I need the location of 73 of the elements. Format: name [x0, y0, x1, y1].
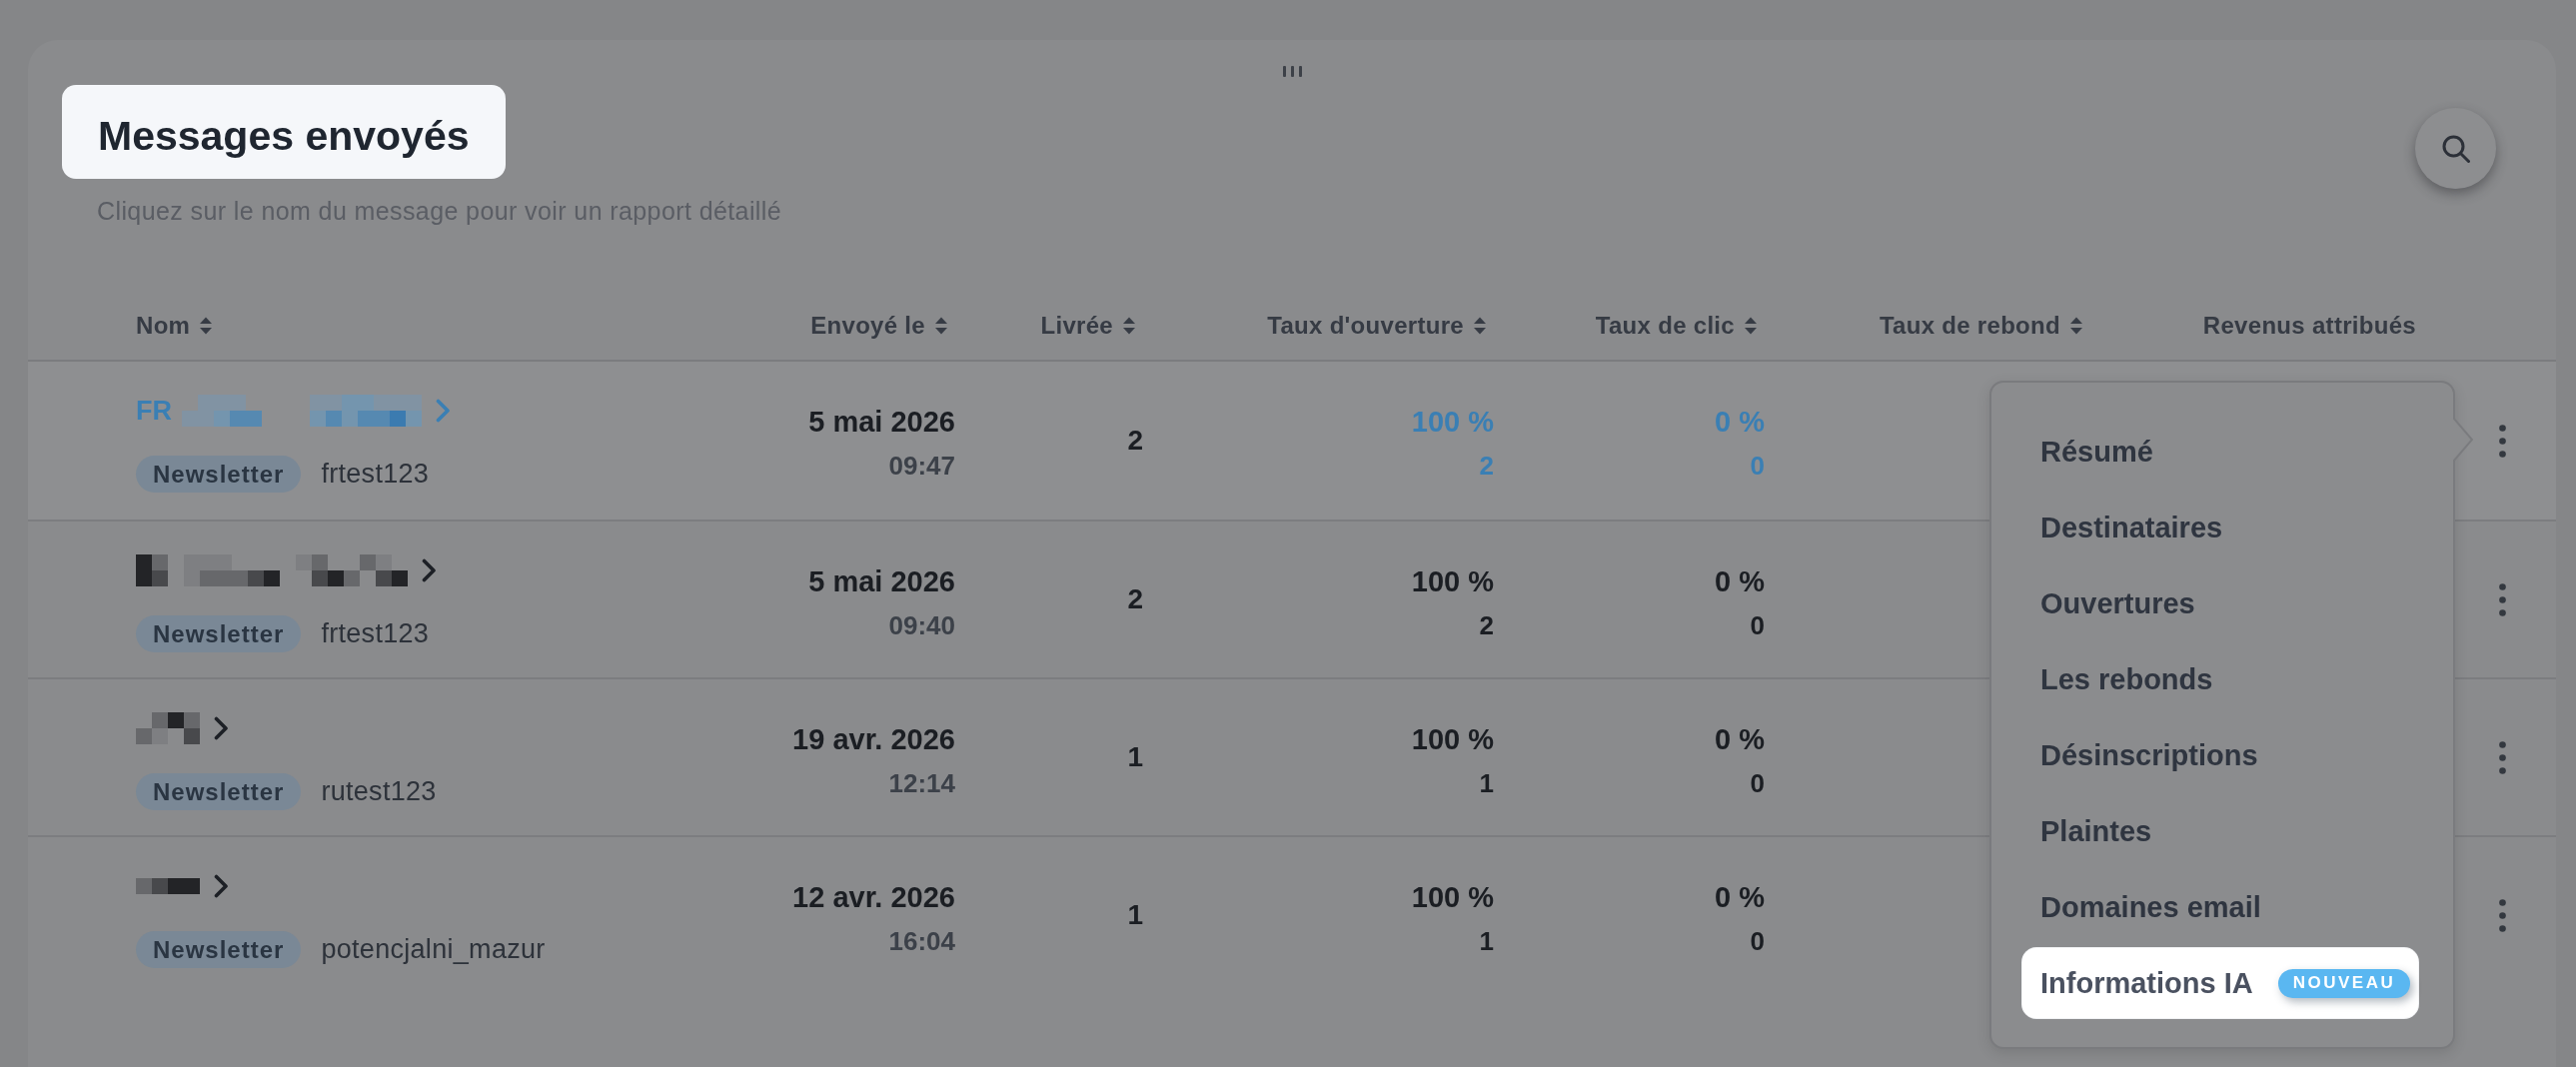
open-rate: 100 %	[1411, 564, 1494, 599]
list-name: frtest123	[321, 459, 430, 490]
menu-item[interactable]: Ouvertures	[2022, 568, 2418, 638]
open-count: 2	[1479, 450, 1494, 482]
click-rate: 0 %	[1715, 564, 1765, 599]
menu-item[interactable]: Domaines email	[2022, 872, 2418, 942]
new-badge: NOUVEAU	[2277, 968, 2411, 998]
vertical-dots-icon	[2498, 424, 2506, 458]
sort-icon	[2070, 317, 2082, 335]
sort-icon	[1474, 317, 1486, 335]
sort-icon	[200, 317, 213, 335]
sent-time: 16:04	[888, 925, 955, 957]
menu-item[interactable]: Destinataires	[2022, 493, 2418, 562]
menu-item[interactable]: Informations IA NOUVEAU	[2022, 948, 2418, 1018]
sent-time: 12:14	[888, 767, 955, 799]
chevron-right-icon	[214, 716, 229, 740]
menu-item[interactable]: Résumé	[2022, 417, 2418, 487]
column-header: Revenus attribués	[2202, 312, 2416, 340]
sort-icon	[935, 317, 947, 335]
page-title: Messages envoyés	[62, 85, 506, 179]
sent-time: 09:47	[888, 450, 955, 482]
column-header[interactable]: Taux de rebond	[1879, 312, 2082, 340]
click-count: 0	[1750, 450, 1765, 482]
delivered-count: 2	[1127, 425, 1143, 457]
open-rate: 100 %	[1411, 405, 1494, 440]
message-type-tag: Newsletter	[136, 615, 302, 652]
list-name: frtest123	[321, 618, 430, 649]
sort-icon	[1745, 317, 1757, 335]
sent-date: 19 avr. 2026	[792, 722, 955, 757]
click-count: 0	[1750, 925, 1765, 957]
open-rate: 100 %	[1411, 880, 1494, 915]
menu-item[interactable]: Les rebonds	[2022, 644, 2418, 714]
open-count: 1	[1479, 767, 1494, 799]
menu-item[interactable]: Désinscriptions	[2022, 720, 2418, 790]
message-name-link[interactable]	[136, 711, 229, 745]
chevron-right-icon	[422, 558, 437, 582]
search-button[interactable]	[2415, 108, 2496, 189]
list-name: rutest123	[321, 776, 437, 807]
click-rate: 0 %	[1715, 880, 1765, 915]
sent-date: 12 avr. 2026	[792, 880, 955, 915]
click-rate: 0 %	[1715, 405, 1765, 440]
sent-time: 09:40	[888, 609, 955, 641]
message-type-tag: Newsletter	[136, 931, 302, 968]
search-icon	[2441, 134, 2470, 163]
open-rate: 100 %	[1411, 722, 1494, 757]
column-header[interactable]: Taux de clic	[1595, 312, 1757, 340]
list-name: potencjalni_mazur	[321, 934, 546, 965]
pixelated-redaction-drawing	[136, 712, 200, 744]
open-count: 1	[1479, 925, 1494, 957]
chevron-right-icon	[436, 399, 451, 423]
click-rate: 0 %	[1715, 722, 1765, 757]
column-header[interactable]: Envoyé le	[810, 312, 947, 340]
menu-item[interactable]: Plaintes	[2022, 796, 2418, 866]
pixelated-redaction-drawing	[136, 878, 200, 894]
sent-date: 5 mai 2026	[808, 564, 955, 599]
delivered-count: 2	[1127, 583, 1143, 615]
delivered-count: 1	[1127, 899, 1143, 931]
open-count: 2	[1479, 609, 1494, 641]
sort-icon	[1123, 317, 1135, 335]
vertical-dots-icon	[2498, 898, 2506, 932]
sent-date: 5 mai 2026	[808, 405, 955, 440]
vertical-dots-icon	[2498, 582, 2506, 616]
click-count: 0	[1750, 609, 1765, 641]
column-header[interactable]: Nom	[136, 312, 213, 340]
message-type-tag: Newsletter	[136, 456, 302, 493]
vertical-dots-icon	[2498, 740, 2506, 774]
column-header[interactable]: Taux d'ouverture	[1267, 312, 1486, 340]
delivered-count: 1	[1127, 741, 1143, 773]
chevron-right-icon	[214, 874, 229, 898]
column-header[interactable]: Livrée	[1040, 312, 1135, 340]
click-count: 0	[1750, 767, 1765, 799]
drag-handle-icon[interactable]	[1282, 66, 1302, 77]
message-type-tag: Newsletter	[136, 773, 302, 810]
